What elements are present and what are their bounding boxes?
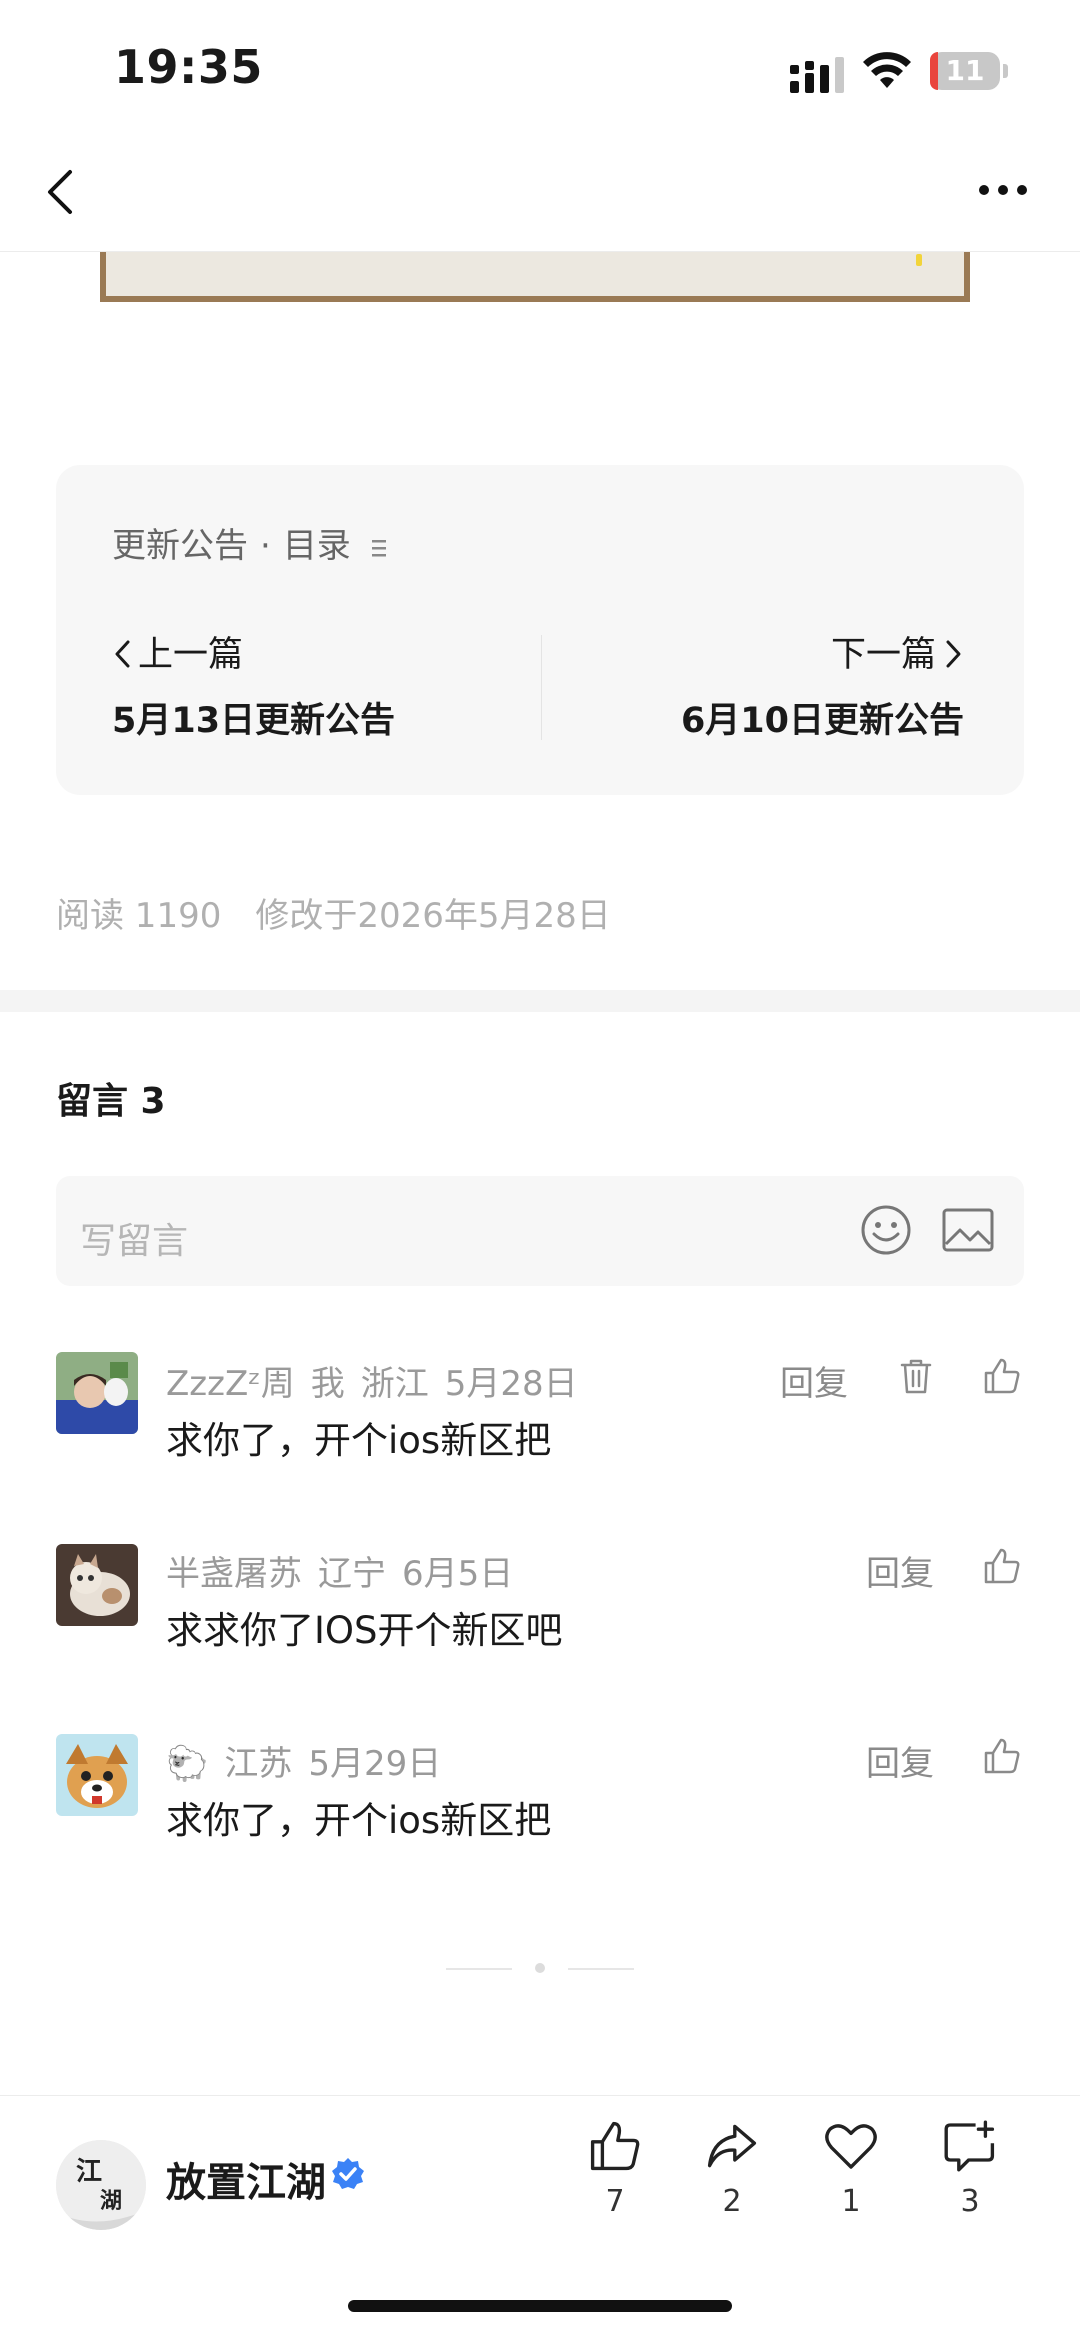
- image-icon[interactable]: [942, 1208, 994, 1252]
- comment-text: 求你了，开个ios新区把: [166, 1419, 552, 1462]
- comment-location: 辽宁: [318, 1554, 386, 1594]
- status-time: 19:35: [114, 40, 263, 94]
- comment-author[interactable]: ZzzZᶻ周: [166, 1364, 295, 1404]
- like-count: 7: [605, 2184, 625, 2219]
- emoji-icon[interactable]: [860, 1204, 912, 1256]
- avatar-text-top: 江: [76, 2157, 102, 2187]
- comment-avatar[interactable]: [56, 1734, 138, 1816]
- comment-meta: 半盏屠苏 辽宁 6月5日: [166, 1546, 529, 1595]
- thumbs-up-icon[interactable]: [982, 1546, 1022, 1586]
- like-action[interactable]: 7: [575, 2118, 655, 2219]
- read-count: 阅读 1190: [56, 896, 222, 936]
- comment-text: 求求你了IOS开个新区吧: [166, 1609, 563, 1652]
- comment-meta: ZzzZᶻ周我浙江 5月28日: [166, 1356, 594, 1405]
- favorite-count: 1: [841, 2184, 861, 2219]
- battery-icon: 11: [930, 52, 1010, 90]
- modified-date: 修改于2026年5月28日: [255, 896, 611, 936]
- comment-author[interactable]: 🐑: [166, 1744, 208, 1784]
- share-arrow-icon: [707, 2124, 757, 2168]
- comment-date: 5月28日: [444, 1364, 578, 1404]
- article-image: [100, 252, 970, 302]
- share-count: 2: [722, 2184, 742, 2219]
- collection-title[interactable]: 更新公告 · 目录: [112, 518, 390, 567]
- end-divider-dot: [535, 1963, 545, 1973]
- article-meta: 阅读 1190 修改于2026年5月28日: [56, 888, 611, 937]
- account-avatar[interactable]: 江 湖: [56, 2140, 146, 2230]
- comment-avatar[interactable]: [56, 1352, 138, 1434]
- comment-meta: 🐑 江苏 5月29日: [166, 1736, 457, 1785]
- comment-date: 6月5日: [402, 1554, 514, 1594]
- battery-level: 11: [945, 54, 985, 87]
- article-page: 19:35 11 更新公告 · 目录 上一篇 5月13日更新公告 下一篇 6月1…: [0, 0, 1080, 2337]
- card-divider: [541, 635, 542, 740]
- trash-icon[interactable]: [896, 1356, 936, 1396]
- collection-name: 更新公告: [112, 526, 248, 566]
- more-horizontal-icon[interactable]: [978, 180, 1028, 200]
- account-name[interactable]: 放置江湖: [166, 2150, 326, 2208]
- section-separator: [0, 990, 1080, 1012]
- title-separator: ·: [260, 526, 271, 566]
- comment-text: 求你了，开个ios新区把: [166, 1799, 552, 1842]
- prev-article-title[interactable]: 5月13日更新公告: [112, 692, 395, 743]
- end-divider-right: [568, 1968, 634, 1970]
- add-comment-icon: [944, 2120, 995, 2172]
- favorite-action[interactable]: 1: [811, 2118, 891, 2219]
- comment-author[interactable]: 半盏屠苏: [166, 1554, 302, 1594]
- prev-article-link[interactable]: 上一篇: [112, 626, 243, 677]
- comment-location: 浙江: [360, 1364, 429, 1404]
- self-tag: 我: [310, 1364, 345, 1404]
- thumbs-up-icon[interactable]: [982, 1356, 1022, 1396]
- share-action[interactable]: 2: [692, 2118, 772, 2219]
- avatar-text-bottom: 湖: [100, 2189, 122, 2214]
- reply-button[interactable]: 回复: [866, 1736, 934, 1785]
- thumbs-up-icon: [590, 2121, 640, 2171]
- comment-count: 3: [960, 2184, 980, 2219]
- prev-label: 上一篇: [138, 635, 244, 675]
- comment-location: 江苏: [224, 1744, 293, 1784]
- reply-button[interactable]: 回复: [866, 1546, 934, 1595]
- next-label: 下一篇: [830, 635, 936, 675]
- home-indicator: [348, 2300, 732, 2312]
- comments-header: 留言 3: [56, 1081, 166, 1122]
- chevron-left-icon: [115, 640, 130, 668]
- list-menu-icon: [371, 539, 386, 556]
- toc-label: 目录: [282, 526, 351, 566]
- verified-badge-icon: [332, 2158, 364, 2189]
- next-article-title[interactable]: 6月10日更新公告: [681, 692, 964, 743]
- chevron-right-icon: [946, 640, 961, 668]
- comment-avatar[interactable]: [56, 1544, 138, 1626]
- comment-input-placeholder[interactable]: 写留言: [80, 1212, 188, 1264]
- reply-button[interactable]: 回复: [780, 1356, 848, 1405]
- chevron-left-icon[interactable]: [40, 166, 80, 218]
- next-article-link[interactable]: 下一篇: [831, 626, 964, 677]
- thumbs-up-icon[interactable]: [982, 1736, 1022, 1776]
- heart-icon: [825, 2124, 877, 2169]
- cellular-signal-icon: [790, 57, 844, 93]
- bottom-bar-divider: [0, 2095, 1080, 2096]
- comment-action[interactable]: 3: [930, 2118, 1010, 2219]
- wifi-icon: [863, 52, 911, 88]
- comment-date: 5月29日: [308, 1744, 442, 1784]
- end-divider-left: [446, 1968, 512, 1970]
